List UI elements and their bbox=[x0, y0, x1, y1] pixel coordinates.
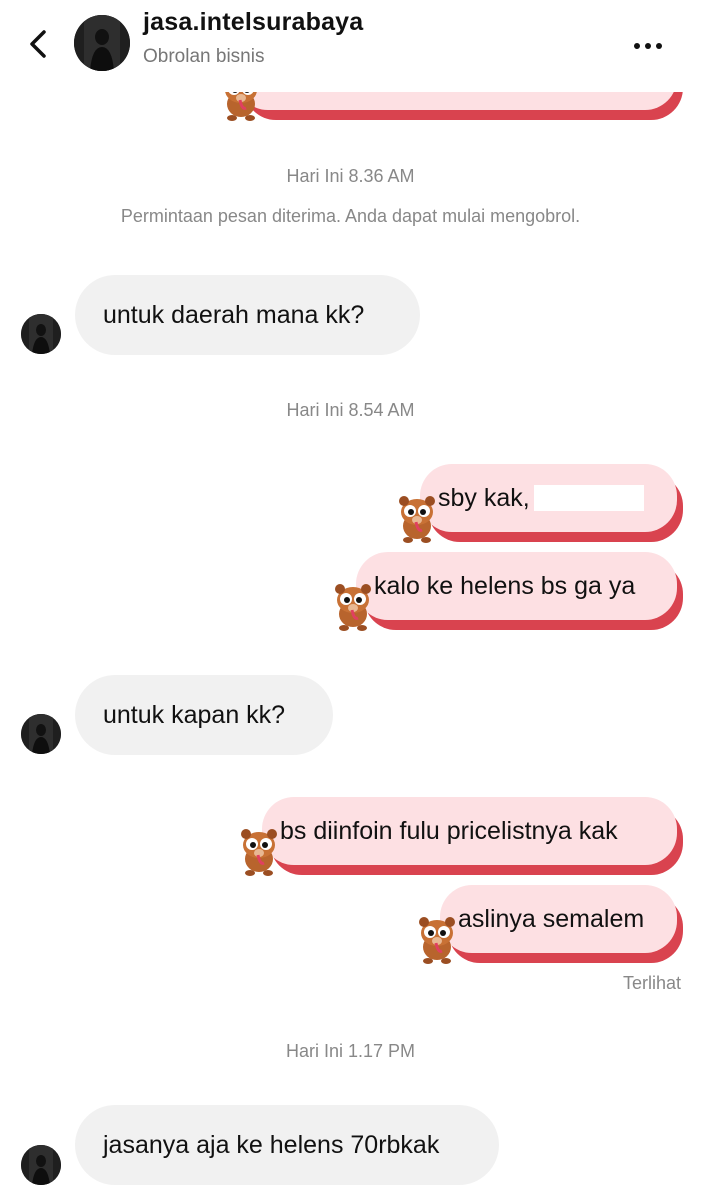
incoming-message[interactable]: untuk daerah mana kk? bbox=[75, 275, 420, 355]
sender-avatar[interactable] bbox=[21, 714, 61, 754]
outgoing-message[interactable]: bs diinfoin fulu pricelistnya kak bbox=[241, 797, 683, 876]
sender-avatar[interactable] bbox=[21, 1145, 61, 1185]
timestamp: Hari Ini 1.17 PM bbox=[285, 1041, 416, 1061]
sender-avatar[interactable] bbox=[21, 314, 61, 354]
message-text: kalo ke helens bs ga ya bbox=[356, 552, 677, 620]
outgoing-message[interactable]: aslinya semalem bbox=[419, 885, 683, 964]
message-text: sby kak, bbox=[438, 483, 530, 512]
incoming-message[interactable]: untuk kapan kk? bbox=[75, 675, 333, 755]
bear-sticker-icon bbox=[241, 829, 277, 876]
message-text: aslinya semalem bbox=[440, 885, 677, 953]
seen-status: Terlihat bbox=[622, 973, 681, 993]
incoming-message[interactable]: jasanya aja ke helens 70rbkak bbox=[75, 1105, 499, 1185]
timestamp: Hari Ini 8.36 AM bbox=[286, 166, 415, 186]
outgoing-message[interactable]: sby kak, bbox=[399, 464, 683, 543]
timestamp: Hari Ini 8.54 AM bbox=[286, 400, 415, 420]
redaction bbox=[533, 485, 644, 511]
bear-sticker-icon bbox=[335, 584, 371, 631]
bubble-body: sby kak, bbox=[420, 464, 677, 532]
bear-sticker-icon bbox=[419, 917, 455, 964]
outgoing-message[interactable]: kalo ke helens bs ga ya bbox=[335, 552, 683, 631]
header-overlay bbox=[0, 0, 701, 92]
system-message: Permintaan pesan diterima. Anda dapat mu… bbox=[120, 206, 581, 226]
message-text: bs diinfoin fulu pricelistnya kak bbox=[262, 797, 677, 865]
bear-sticker-icon bbox=[399, 496, 435, 543]
